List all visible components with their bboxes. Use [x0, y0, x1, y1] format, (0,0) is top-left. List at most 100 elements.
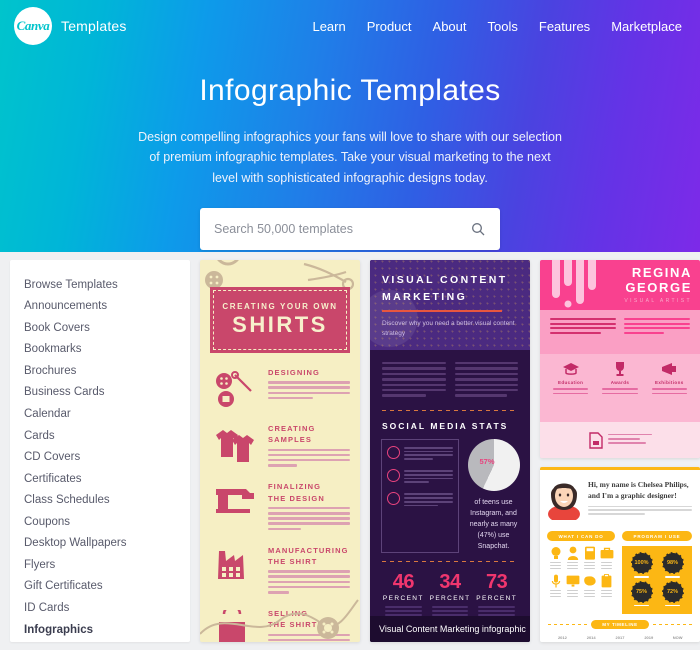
sidebar-item-flyers[interactable]: Flyers	[10, 554, 190, 576]
sidebar-item-cards[interactable]: Cards	[10, 425, 190, 447]
chelsea-skills-pill: WHAT I CAN DO	[547, 531, 615, 541]
regina-intro	[540, 310, 700, 354]
program-percent: 75%	[630, 580, 653, 603]
shirts-step-heading: FINALIZING THE DESIGN	[268, 482, 325, 503]
sidebar-item-business-cards[interactable]: Business Cards	[10, 382, 190, 404]
sidebar-item-brochures[interactable]: Brochures	[10, 360, 190, 382]
nav-item-product[interactable]: Product	[367, 19, 412, 34]
scissors-icon	[303, 262, 354, 291]
program-percent: 100%	[630, 552, 653, 574]
sidebar-item-infographics[interactable]: Infographics	[10, 619, 190, 641]
lightbulb-icon	[547, 546, 564, 560]
paint-drip-icon	[552, 260, 596, 308]
sidebar-item-id-cards[interactable]: ID Cards	[10, 597, 190, 619]
vcm-header: VISUAL CONTENT MARKETING Discover why yo…	[370, 260, 530, 350]
tshirts-icon	[210, 421, 260, 465]
vcm-stat-unit: PERCENT	[382, 594, 424, 602]
hero-banner: Canva Templates Learn Product About Tool…	[0, 0, 700, 252]
sidebar-item-calendar[interactable]: Calendar	[10, 403, 190, 425]
template-card-chelsea-philips[interactable]: Hi, my name is Chelsea Philips, and I'm …	[540, 467, 700, 642]
regina-col-title: Exhibitions	[654, 380, 684, 385]
chelsea-header: Hi, my name is Chelsea Philips, and I'm …	[540, 470, 700, 525]
briefcase-icon	[598, 546, 615, 560]
regina-intro-right	[624, 318, 690, 354]
vcm-bullet-twitter	[387, 445, 453, 462]
shirts-step-heading: MANUFACTURING THE SHIRT	[268, 545, 349, 566]
nav-item-marketplace[interactable]: Marketplace	[611, 19, 682, 34]
search-box[interactable]	[200, 207, 500, 250]
timeline-year: 2014	[586, 635, 596, 641]
chelsea-columns: WHAT I CAN DO PROGRAM I USE 100% 98% 75%…	[540, 525, 700, 615]
timeline-year: 2017	[615, 635, 625, 641]
shirts-step-heading: CREATING SAMPLES	[268, 424, 316, 445]
nav-item-features[interactable]: Features	[539, 19, 590, 34]
vcm-bullet-instagram	[387, 468, 453, 485]
chelsea-skills-section: WHAT I CAN DO	[547, 531, 615, 614]
chelsea-skill	[547, 546, 564, 569]
regina-intro-left	[550, 318, 616, 354]
brand-label: Templates	[61, 18, 127, 34]
vcm-bullet-text	[404, 492, 453, 508]
regina-header: REGINA GEORGE VISUAL ARTIST	[540, 260, 700, 310]
instagram-icon	[387, 468, 400, 482]
sidebar-item-book-covers[interactable]: Book Covers	[10, 317, 190, 339]
canva-logo-icon[interactable]: Canva	[14, 7, 52, 45]
content-area: Browse Templates Announcements Book Cove…	[0, 252, 700, 650]
sidebar-item-gift-certificates[interactable]: Gift Certificates	[10, 576, 190, 598]
sidebar-item-bookmarks[interactable]: Bookmarks	[10, 339, 190, 361]
twitter-icon	[387, 445, 400, 459]
sidebar-item-certificates[interactable]: Certificates	[10, 468, 190, 490]
search-icon[interactable]	[470, 221, 486, 237]
template-card-shirts[interactable]: CREATING YOUR OWN SHIRTS DESIGNING CREAT…	[200, 260, 360, 642]
nav-item-about[interactable]: About	[433, 19, 467, 34]
pie-chart: 57%	[467, 438, 520, 491]
regina-name-block: REGINA GEORGE VISUAL ARTIST	[624, 265, 692, 304]
chelsea-intro-lines	[588, 505, 692, 515]
template-card-regina-george[interactable]: REGINA GEORGE VISUAL ARTIST Education Aw…	[540, 260, 700, 458]
nav-item-tools[interactable]: Tools	[488, 19, 518, 34]
sidebar-item-browse-templates[interactable]: Browse Templates	[10, 274, 190, 296]
nav-links: Learn Product About Tools Features Marke…	[312, 19, 688, 34]
shirts-banner: CREATING YOUR OWN SHIRTS	[213, 290, 347, 350]
graduation-cap-icon	[546, 361, 595, 377]
chelsea-skill	[564, 574, 581, 597]
vcm-subtitle: Discover why you need a better visual co…	[382, 319, 515, 338]
sidebar-item-desktop-wallpapers[interactable]: Desktop Wallpapers	[10, 533, 190, 555]
chelsea-program: 72%	[657, 580, 688, 607]
template-card-visual-content-marketing[interactable]: VISUAL CONTENT MARKETING Discover why yo…	[370, 260, 530, 642]
sidebar-item-coupons[interactable]: Coupons	[10, 511, 190, 533]
sidebar-item-business[interactable]: — Business	[10, 641, 190, 642]
nav-item-learn[interactable]: Learn	[312, 19, 345, 34]
vcm-stats-heading: SOCIAL MEDIA STATS	[382, 420, 509, 431]
program-percent: 72%	[661, 580, 684, 603]
shirts-step-heading: DESIGNING	[268, 368, 320, 377]
vcm-number-row: 46 PERCENT 34 PERCENT 73 PERCENT	[370, 562, 530, 619]
shirts-banner-big: SHIRTS	[232, 312, 328, 337]
search-input[interactable]	[214, 221, 470, 236]
shirts-banner-small: CREATING YOUR OWN	[222, 302, 338, 311]
sidebar-item-class-schedules[interactable]: Class Schedules	[10, 490, 190, 512]
sidebar-item-cd-covers[interactable]: CD Covers	[10, 447, 190, 469]
pie-caption: of teens use Instagram, and nearly as ma…	[469, 498, 518, 551]
sidebar-item-announcements[interactable]: Announcements	[10, 296, 190, 318]
shirts-step-body	[268, 506, 350, 531]
chelsea-skills-grid	[547, 546, 615, 602]
chelsea-timeline-pill: MY TIMELINE	[591, 620, 649, 630]
shirts-step-creating-samples: CREATING SAMPLES	[210, 421, 350, 469]
timeline-year: 2019	[644, 635, 654, 641]
chelsea-skill	[598, 546, 615, 569]
vcm-bullet-text	[404, 469, 453, 485]
regina-col-education: Education	[546, 361, 595, 422]
chelsea-program: 100%	[626, 552, 657, 578]
regina-name-line1: REGINA	[631, 265, 692, 280]
chelsea-timeline: MY TIMELINE 2012 2014 2017 2019 NOW	[540, 620, 700, 642]
chelsea-program: 98%	[657, 552, 688, 578]
vcm-body-right	[454, 362, 518, 400]
regina-col-title: Education	[557, 380, 584, 385]
chelsea-skill	[564, 546, 581, 569]
vcm-bullet-text	[404, 446, 453, 462]
chelsea-skill	[581, 546, 598, 569]
regina-contact	[540, 422, 700, 458]
brand[interactable]: Canva Templates	[14, 7, 127, 45]
chelsea-heading: Hi, my name is Chelsea Philips, and I'm …	[588, 480, 689, 500]
